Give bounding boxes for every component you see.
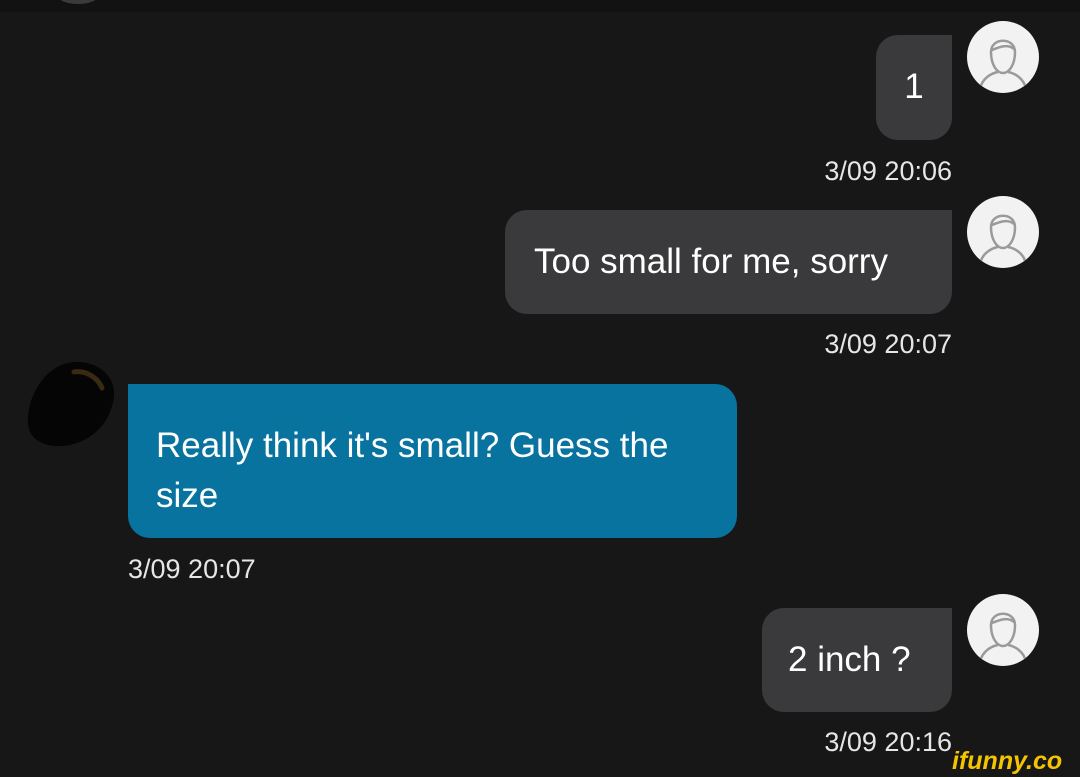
message-text: Really think it's small? Guess the size [156,426,669,515]
message-bubble-outgoing[interactable]: 2 inch ? [762,608,952,712]
message-text: Too small for me, sorry [534,242,888,281]
default-user-icon[interactable] [967,594,1039,666]
message-bubble-outgoing[interactable]: Too small for me, sorry [505,210,952,314]
message-bubble-outgoing[interactable]: 1 [876,35,952,140]
dark-photo-avatar[interactable] [22,356,118,452]
default-user-icon[interactable] [967,21,1039,93]
message-text: 1 [904,67,924,106]
watermark-logo: ifunny.co [950,745,1074,775]
message-timestamp: 3/09 20:16 [824,727,952,757]
svg-text:ifunny.co: ifunny.co [952,747,1062,775]
message-timestamp: 3/09 20:06 [824,156,952,186]
default-user-icon[interactable] [967,196,1039,268]
message-timestamp: 3/09 20:07 [128,554,256,584]
message-timestamp: 3/09 20:07 [824,329,952,359]
top-bar-edge [0,0,1080,12]
message-text: 2 inch ? [788,640,911,679]
chat-thread: 1 3/09 20:06 Too small for me, sorry 3/0… [0,0,1080,777]
top-bar-mark [58,0,98,4]
message-bubble-incoming[interactable]: Really think it's small? Guess the size [128,384,737,538]
